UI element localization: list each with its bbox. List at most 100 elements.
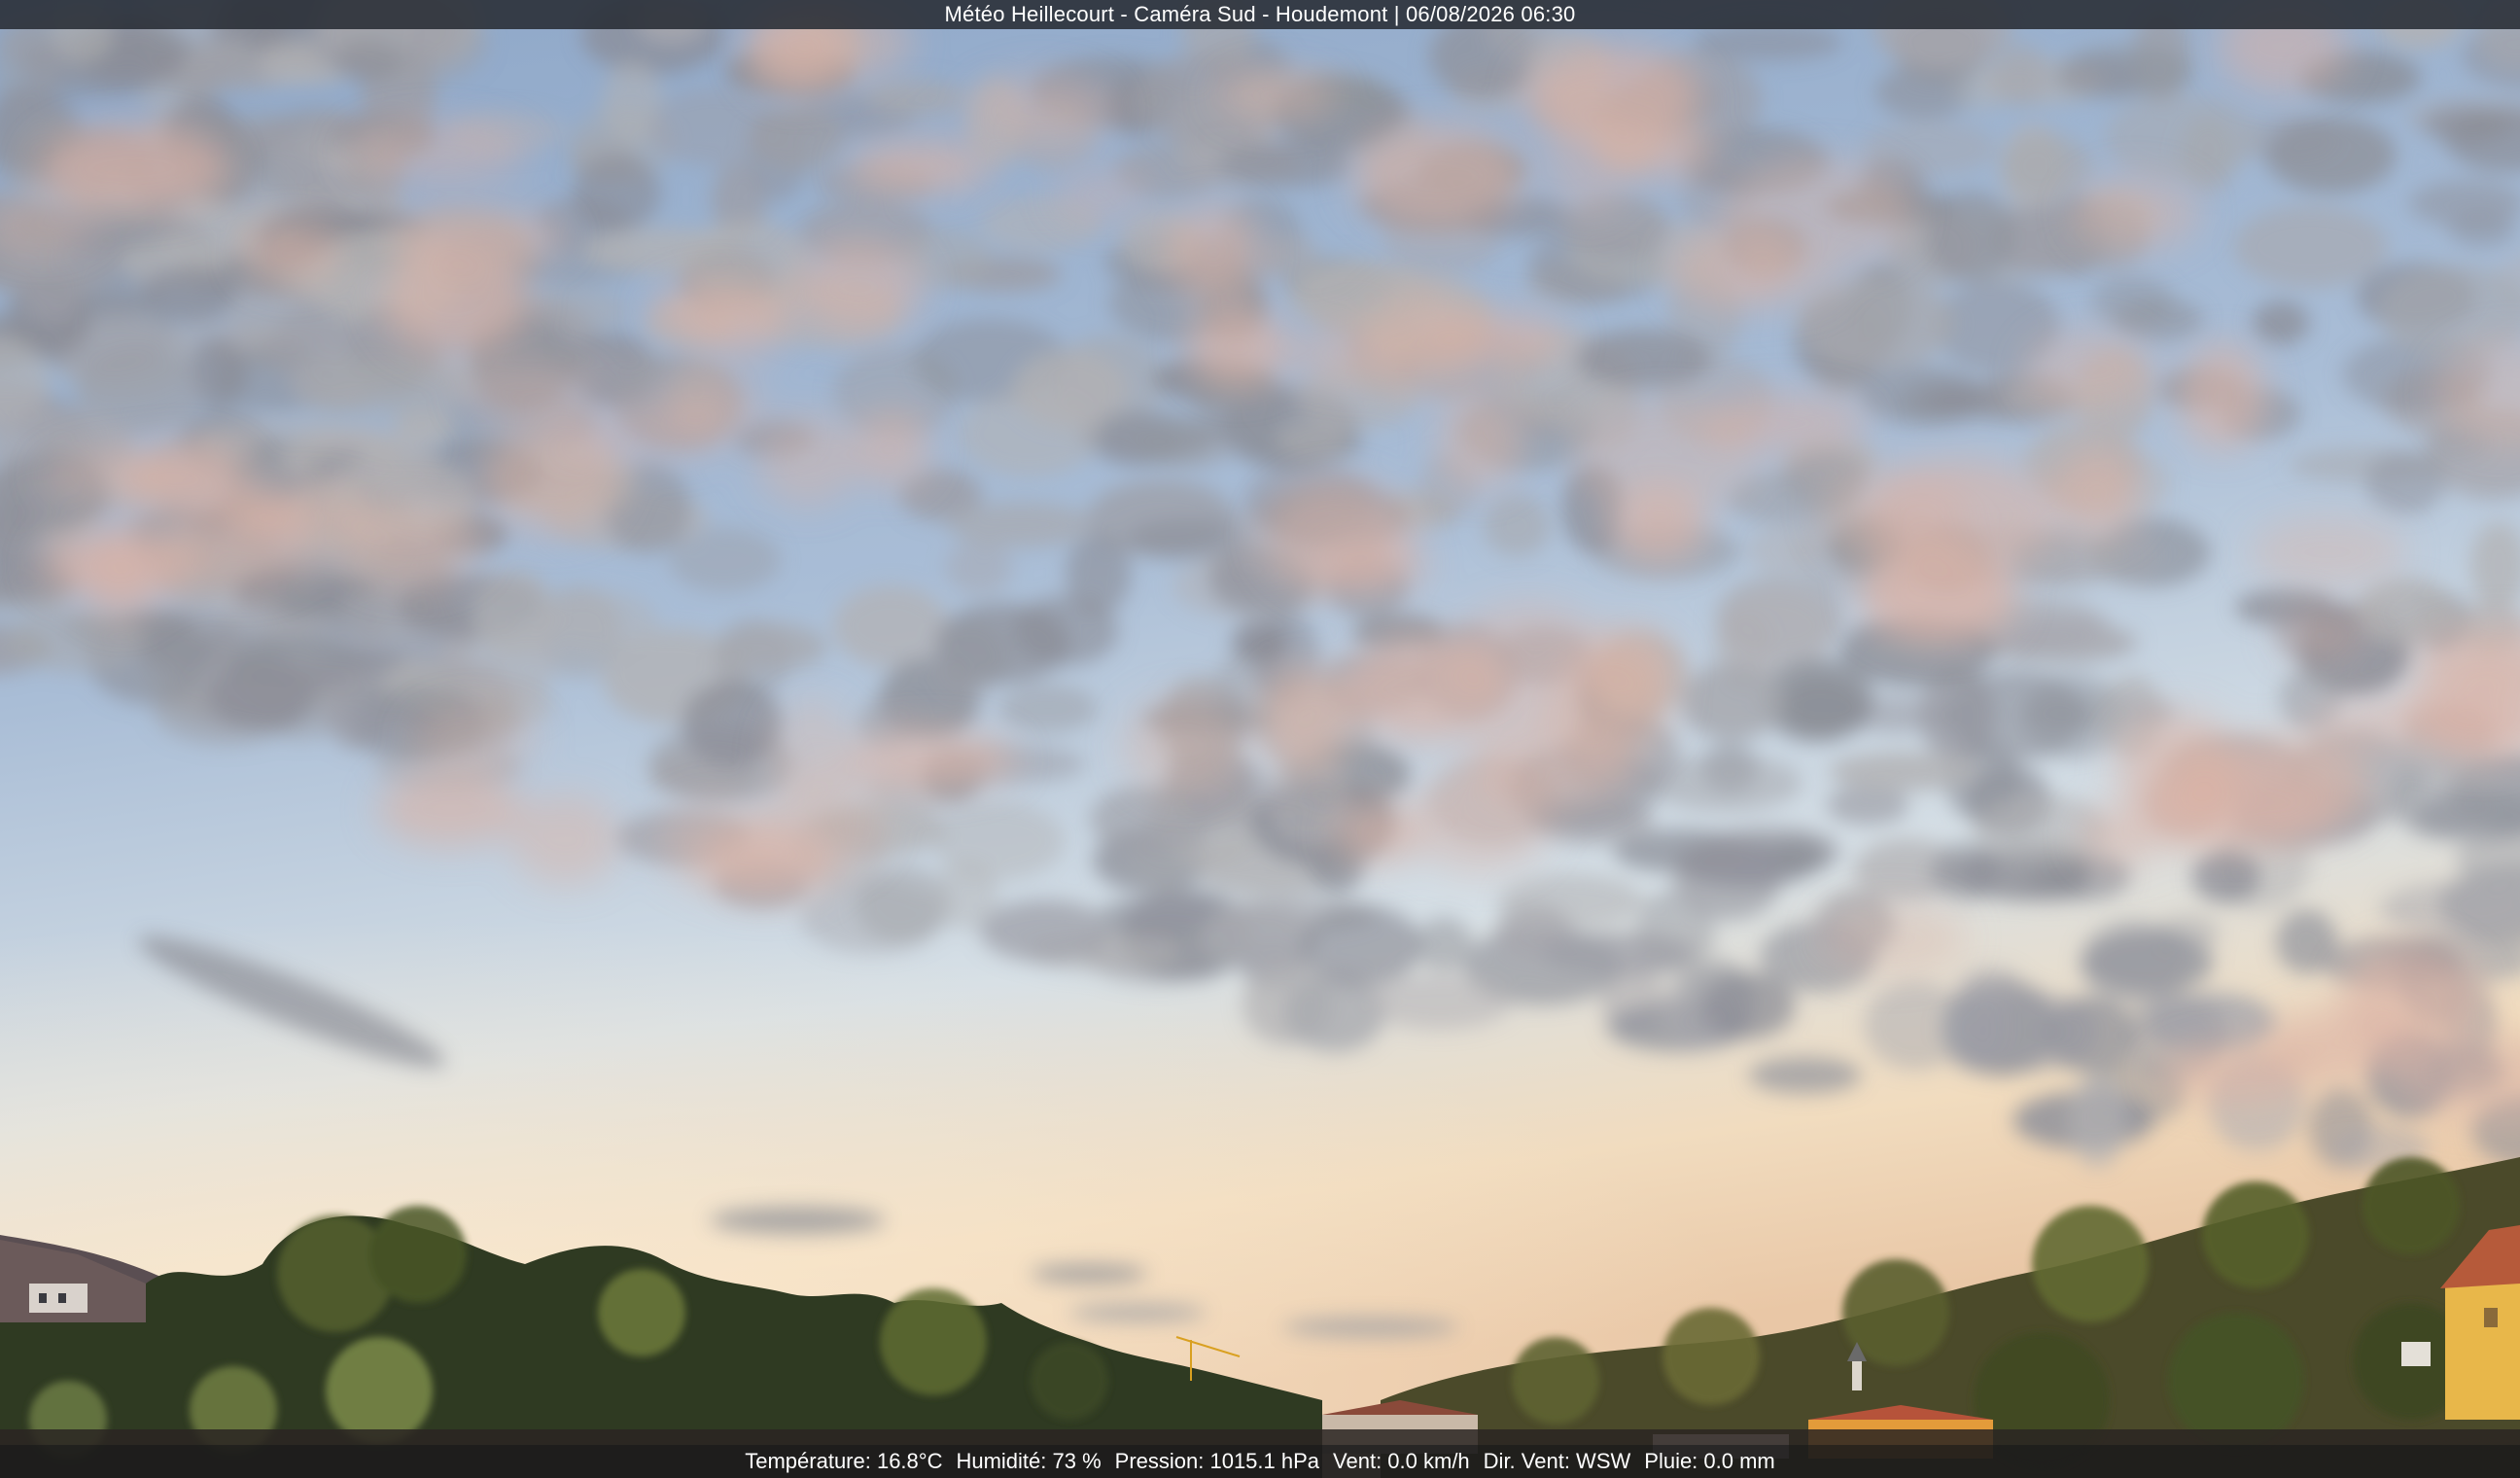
cloud-highlight	[1216, 70, 1338, 122]
cloud-highlight	[1721, 251, 1839, 308]
cloud-puff	[749, 106, 844, 172]
cloud-puff	[2044, 996, 2137, 1073]
cloud-puff	[1231, 620, 1290, 663]
camera-title-bar: Météo Heillecourt - Caméra Sud - Houdemo…	[0, 0, 2520, 29]
cloud-puff	[2001, 134, 2094, 197]
cloud-highlight	[509, 793, 621, 886]
humidity-readout: Humidité: 73 %	[956, 1449, 1102, 1473]
cloud-puff	[207, 660, 319, 730]
webcam-frame: Météo Heillecourt - Caméra Sud - Houdemo…	[0, 0, 2520, 1478]
cloud-puff	[715, 622, 827, 672]
cloud-puff	[2055, 55, 2142, 98]
cloud-highlight	[1470, 712, 1637, 808]
cloud-highlight	[967, 73, 1117, 147]
cloud-puff	[1768, 836, 1829, 874]
cloud-highlight	[2024, 329, 2157, 410]
cloud-highlight	[36, 123, 230, 212]
cloud-puff	[335, 38, 401, 82]
cloud-puff	[1859, 365, 1982, 425]
cloud-highlight	[1310, 535, 1428, 597]
cloud-highlight	[1608, 486, 1708, 565]
cloud-puff	[979, 899, 1111, 963]
cloud-highlight	[1522, 45, 1701, 147]
cloud-highlight	[460, 363, 596, 423]
cloud-puff	[2265, 116, 2397, 194]
cloud-puff	[1862, 121, 1998, 176]
cloud-highlight	[2181, 733, 2371, 840]
cloud-puff	[2191, 848, 2260, 904]
cloud-puff	[1701, 971, 1796, 1039]
cloud-puff	[1992, 44, 2048, 107]
cloud-puff	[472, 570, 555, 657]
cloud-highlight	[2274, 610, 2368, 661]
cloud-puff	[1925, 190, 2015, 283]
cloud-highlight	[683, 302, 788, 363]
cloud-highlight	[344, 121, 528, 184]
cloud-puff	[572, 155, 661, 232]
cloud-puff	[1575, 329, 1712, 389]
cloud-puff	[143, 266, 237, 323]
cloud-puff	[1013, 595, 1119, 666]
cloud-highlight	[2177, 342, 2268, 450]
cloud-highlight	[853, 409, 932, 489]
cloud-puff	[1013, 350, 1128, 429]
cloud-highlight	[1164, 203, 1262, 300]
cloud-highlight	[1437, 389, 1525, 491]
cloud-highlight	[791, 238, 924, 335]
cloud-highlight	[1723, 156, 1915, 271]
cloud-puff	[1680, 663, 1784, 741]
cloud-highlight	[242, 222, 341, 285]
temperature-readout: Température: 16.8°C	[745, 1449, 943, 1473]
wind-direction-readout: Dir. Vent: WSW	[1483, 1449, 1631, 1473]
cloud-highlight	[1185, 306, 1290, 389]
cloud-highlight	[2072, 174, 2202, 253]
weather-readout-bar: Température: 16.8°C Humidité: 73 % Press…	[0, 1445, 2520, 1478]
cloud-puff	[2091, 275, 2174, 329]
cloud-puff	[1365, 974, 1513, 1030]
cloud-highlight	[2249, 516, 2407, 588]
cloud-puff	[2252, 300, 2310, 345]
cloud-puff	[2081, 930, 2214, 995]
cloud-highlight	[481, 422, 624, 536]
cloud-puff	[1199, 905, 1318, 970]
cloud-highlight	[1332, 800, 1425, 865]
cloud-puff	[866, 80, 966, 116]
cloud-puff	[1958, 967, 2023, 1005]
cloud-puff	[2104, 94, 2260, 180]
cloud-puff	[1542, 932, 1696, 976]
cloud-highlight	[1053, 170, 1149, 221]
cloud-puff	[2233, 205, 2388, 289]
cloud-highlight	[42, 446, 222, 503]
camera-caption: Météo Heillecourt - Caméra Sud - Houdemo…	[944, 2, 1576, 26]
cloud-puff	[21, 263, 83, 324]
cloud-puff	[315, 359, 471, 418]
cloud-highlight	[695, 824, 839, 901]
wind-speed-readout: Vent: 0.0 km/h	[1333, 1449, 1470, 1473]
cloud-puff	[1300, 904, 1422, 987]
sky-scene-image	[0, 0, 2520, 1478]
cloud-highlight	[2155, 1042, 2317, 1105]
cloud-puff	[1497, 873, 1645, 929]
cloud-highlight	[167, 503, 317, 590]
cloud-highlight	[1122, 695, 1246, 796]
cloud-puff	[2365, 450, 2446, 514]
cloud-highlight	[842, 730, 1016, 790]
cloud-puff	[2409, 180, 2520, 228]
cloud-puff	[1748, 1057, 1862, 1094]
cloud-highlight	[1340, 634, 1511, 742]
cloud-puff	[946, 502, 1095, 548]
cloud-puff	[535, 591, 658, 651]
cloud-highlight	[2053, 446, 2142, 541]
cloud-puff	[2068, 1073, 2127, 1168]
cloud-puff	[945, 541, 1013, 595]
cloud-highlight	[1363, 285, 1483, 396]
cloud-highlight	[337, 499, 485, 588]
cloud-puff	[1090, 784, 1214, 855]
cloud-puff	[1826, 785, 1909, 826]
cloud-highlight	[847, 140, 993, 193]
cloud-highlight	[1257, 665, 1352, 773]
rain-readout: Pluie: 0.0 mm	[1644, 1449, 1775, 1473]
cloud-highlight	[658, 374, 765, 440]
cloud-puff	[1828, 752, 1981, 792]
cloud-puff	[1483, 494, 1551, 557]
